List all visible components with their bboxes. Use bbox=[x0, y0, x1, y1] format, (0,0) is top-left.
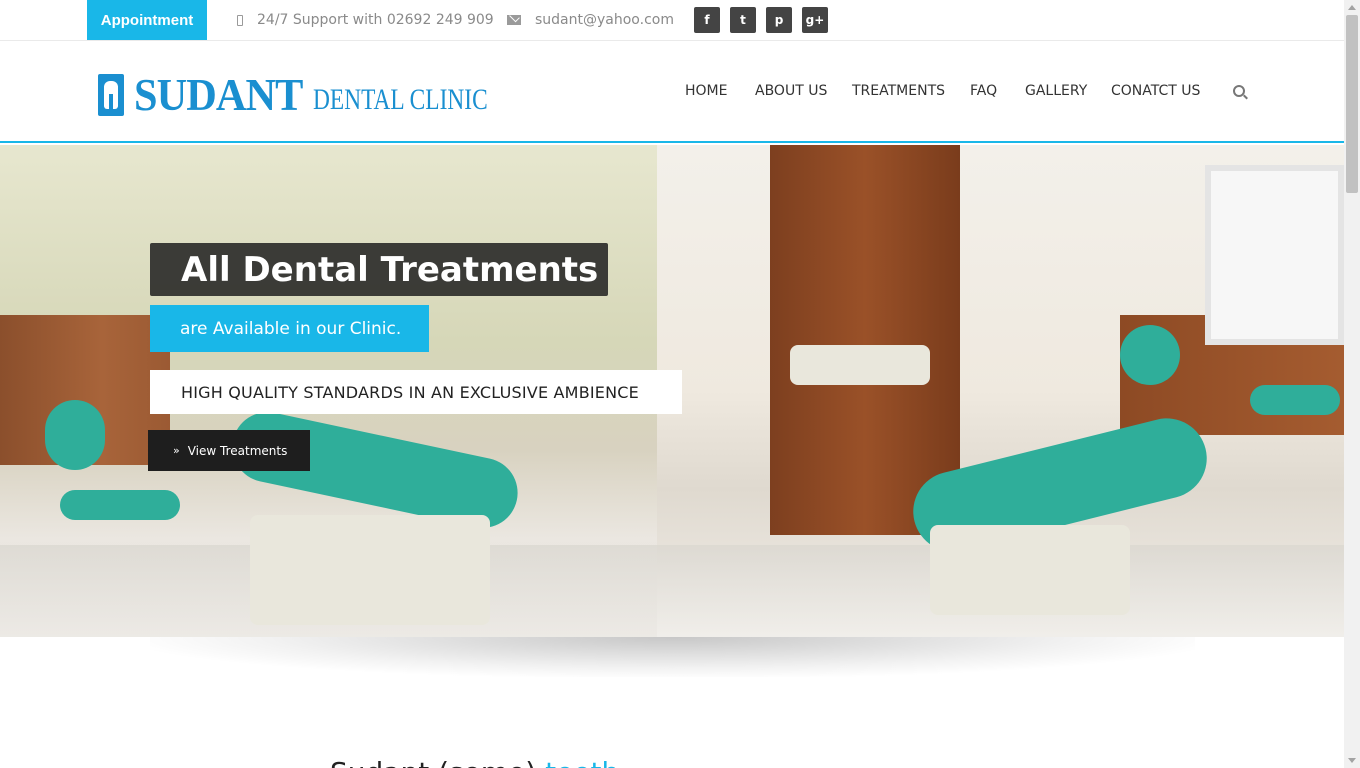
facebook-icon[interactable]: f bbox=[694, 7, 720, 33]
email-info: sudant@yahoo.com bbox=[507, 0, 674, 40]
chair-base bbox=[250, 515, 490, 625]
nav-about-us[interactable]: ABOUT US bbox=[755, 83, 827, 99]
nav-treatments[interactable]: TREATMENTS bbox=[852, 83, 945, 99]
intro-lead: Sudant (some) bbox=[330, 756, 536, 768]
scroll-up-arrow-icon[interactable] bbox=[1348, 5, 1356, 10]
scroll-down-arrow-icon[interactable] bbox=[1348, 758, 1356, 763]
pinterest-icon[interactable]: p bbox=[766, 7, 792, 33]
nav-faq[interactable]: FAQ bbox=[970, 83, 997, 99]
logo-name: SUDANT bbox=[134, 69, 303, 120]
instrument-tray bbox=[790, 345, 930, 385]
hero-tagline: HIGH QUALITY STANDARDS IN AN EXCLUSIVE A… bbox=[150, 370, 682, 414]
view-treatments-label: View Treatments bbox=[187, 443, 288, 458]
dental-chair bbox=[45, 400, 105, 470]
hero-title: All Dental Treatments bbox=[150, 243, 608, 296]
logo-subtitle: DENTAL CLINIC bbox=[313, 83, 488, 116]
top-bar: Appointment 24/7 Support with 02692 249 … bbox=[0, 0, 1344, 41]
hero-subtitle: are Available in our Clinic. bbox=[150, 305, 429, 352]
dental-chair bbox=[60, 490, 180, 520]
scrollbar-thumb[interactable] bbox=[1346, 15, 1358, 193]
chair-base bbox=[930, 525, 1130, 615]
floor bbox=[0, 545, 1344, 637]
intro-highlight: teeth bbox=[545, 756, 619, 768]
view-treatments-button[interactable]: » View Treatments bbox=[148, 430, 310, 471]
mobile-phone-icon bbox=[237, 14, 243, 26]
site-logo[interactable]: SUDANT DENTAL CLINIC bbox=[98, 71, 537, 119]
support-text: 24/7 Support with 02692 249 909 bbox=[257, 12, 494, 28]
nav-gallery[interactable]: GALLERY bbox=[1025, 83, 1087, 99]
tooth-logo-icon bbox=[98, 74, 124, 116]
dental-chair bbox=[1120, 325, 1180, 385]
intro-heading: Sudant (some) teeth bbox=[330, 756, 619, 768]
envelope-icon bbox=[507, 15, 521, 25]
nav-home[interactable]: HOME bbox=[685, 83, 727, 99]
twitter-icon[interactable]: t bbox=[730, 7, 756, 33]
nav-contact-us[interactable]: CONATCT US bbox=[1111, 83, 1200, 99]
support-info: 24/7 Support with 02692 249 909 bbox=[237, 0, 494, 40]
search-icon[interactable] bbox=[1233, 85, 1245, 97]
page-scrollbar[interactable] bbox=[1344, 0, 1360, 768]
dental-chair bbox=[1250, 385, 1340, 415]
double-chevron-right-icon: » bbox=[173, 444, 180, 457]
slider-shadow bbox=[150, 637, 1195, 677]
email-link[interactable]: sudant@yahoo.com bbox=[535, 12, 674, 28]
window bbox=[1205, 165, 1344, 345]
google-plus-icon[interactable]: g+ bbox=[802, 7, 828, 33]
site-header: SUDANT DENTAL CLINIC HOME ABOUT US TREAT… bbox=[0, 41, 1344, 143]
appointment-button[interactable]: Appointment bbox=[87, 0, 207, 40]
